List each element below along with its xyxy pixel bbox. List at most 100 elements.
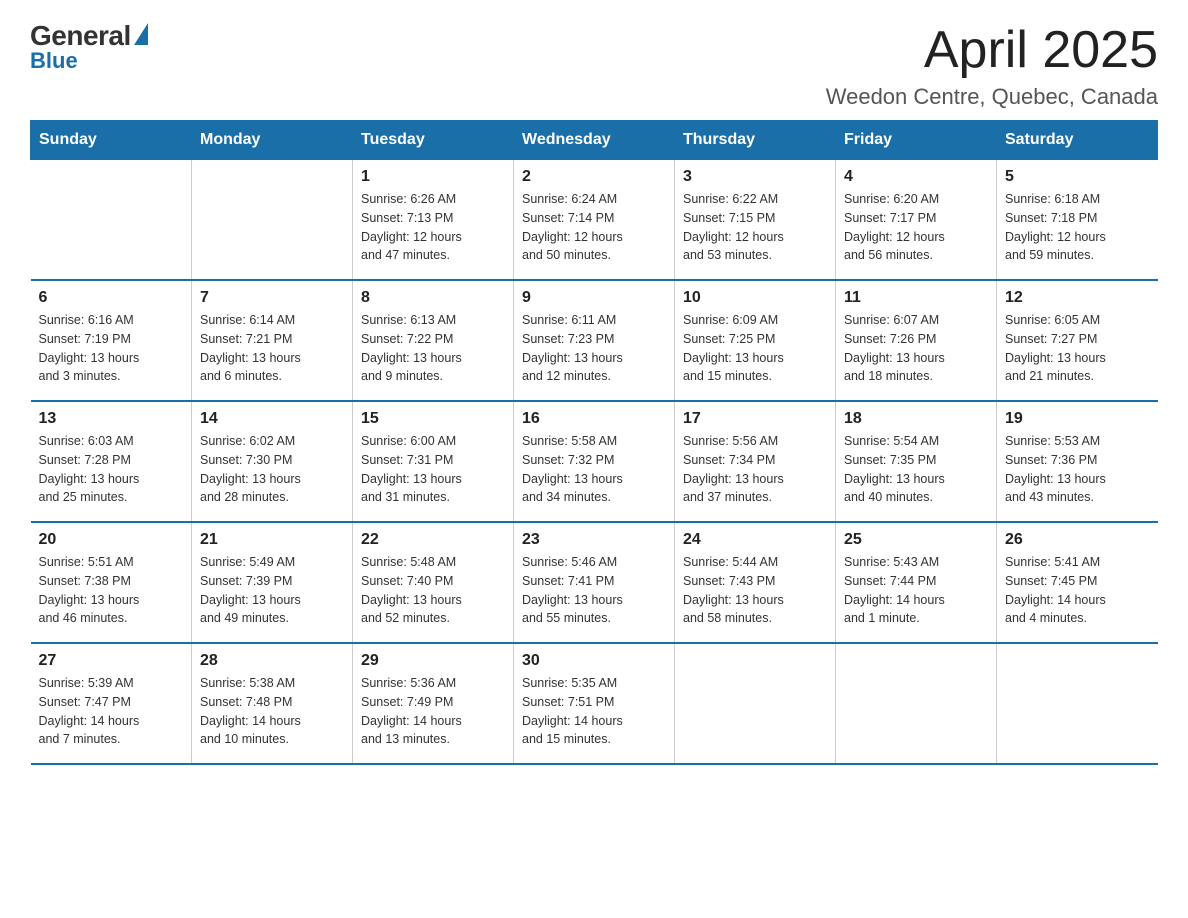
calendar-cell: 17 Sunrise: 5:56 AMSunset: 7:34 PMDayligh…: [675, 401, 836, 522]
calendar-cell: 14 Sunrise: 6:02 AMSunset: 7:30 PMDayligh…: [192, 401, 353, 522]
weekday-header-monday: Monday: [192, 121, 353, 160]
calendar-subtitle: Weedon Centre, Quebec, Canada: [826, 84, 1158, 110]
day-number: 1: [361, 168, 505, 186]
calendar-cell: 6Sunrise: 6:16 AMSunset: 7:19 PMDaylight…: [31, 280, 192, 401]
day-number: 4: [844, 168, 988, 186]
page-header: General Blue April 2025 Weedon Centre, Q…: [30, 20, 1158, 110]
day-info: Sunrise: 6:20 AMSunset: 7:17 PMDaylight:…: [844, 190, 988, 265]
day-info: Sunrise: 6:03 AMSunset: 7:28 PMDaylight:…: [39, 432, 184, 507]
day-number: 12: [1005, 289, 1150, 307]
day-info: Sunrise: 5:58 AMSunset: 7:32 PMDaylight:…: [522, 432, 666, 507]
day-number: 17: [683, 410, 827, 428]
calendar-cell: 3 Sunrise: 6:22 AMSunset: 7:15 PMDaylight…: [675, 160, 836, 281]
week-row-2: 6Sunrise: 6:16 AMSunset: 7:19 PMDaylight…: [31, 280, 1158, 401]
calendar-cell: 4 Sunrise: 6:20 AMSunset: 7:17 PMDaylight…: [836, 160, 997, 281]
day-info: Sunrise: 6:26 AMSunset: 7:13 PMDaylight:…: [361, 190, 505, 265]
day-number: 30: [522, 652, 666, 670]
day-info: Sunrise: 5:51 AMSunset: 7:38 PMDaylight:…: [39, 553, 184, 628]
day-info: Sunrise: 5:36 AMSunset: 7:49 PMDaylight:…: [361, 674, 505, 749]
calendar-cell: 28 Sunrise: 5:38 AMSunset: 7:48 PMDayligh…: [192, 643, 353, 764]
day-info: Sunrise: 5:46 AMSunset: 7:41 PMDaylight:…: [522, 553, 666, 628]
day-info: Sunrise: 6:24 AMSunset: 7:14 PMDaylight:…: [522, 190, 666, 265]
calendar-cell: [31, 160, 192, 281]
day-info: Sunrise: 6:00 AMSunset: 7:31 PMDaylight:…: [361, 432, 505, 507]
day-number: 28: [200, 652, 344, 670]
day-number: 8: [361, 289, 505, 307]
day-info: Sunrise: 6:16 AMSunset: 7:19 PMDaylight:…: [39, 311, 184, 386]
calendar-cell: 13Sunrise: 6:03 AMSunset: 7:28 PMDayligh…: [31, 401, 192, 522]
day-number: 25: [844, 531, 988, 549]
day-number: 22: [361, 531, 505, 549]
day-info: Sunrise: 5:48 AMSunset: 7:40 PMDaylight:…: [361, 553, 505, 628]
day-info: Sunrise: 6:09 AMSunset: 7:25 PMDaylight:…: [683, 311, 827, 386]
calendar-cell: 25 Sunrise: 5:43 AMSunset: 7:44 PMDayligh…: [836, 522, 997, 643]
calendar-cell: 21Sunrise: 5:49 AMSunset: 7:39 PMDayligh…: [192, 522, 353, 643]
day-info: Sunrise: 6:22 AMSunset: 7:15 PMDaylight:…: [683, 190, 827, 265]
calendar-cell: [997, 643, 1158, 764]
logo: General Blue: [30, 20, 148, 74]
day-info: Sunrise: 5:35 AMSunset: 7:51 PMDaylight:…: [522, 674, 666, 749]
weekday-header-friday: Friday: [836, 121, 997, 160]
calendar-cell: 8 Sunrise: 6:13 AMSunset: 7:22 PMDaylight…: [353, 280, 514, 401]
week-row-4: 20 Sunrise: 5:51 AMSunset: 7:38 PMDayligh…: [31, 522, 1158, 643]
week-row-5: 27 Sunrise: 5:39 AMSunset: 7:47 PMDayligh…: [31, 643, 1158, 764]
calendar-cell: 1 Sunrise: 6:26 AMSunset: 7:13 PMDaylight…: [353, 160, 514, 281]
calendar-cell: 26 Sunrise: 5:41 AMSunset: 7:45 PMDayligh…: [997, 522, 1158, 643]
day-number: 23: [522, 531, 666, 549]
calendar-cell: 12 Sunrise: 6:05 AMSunset: 7:27 PMDayligh…: [997, 280, 1158, 401]
day-info: Sunrise: 5:39 AMSunset: 7:47 PMDaylight:…: [39, 674, 184, 749]
logo-blue-text: Blue: [30, 48, 78, 74]
day-number: 2: [522, 168, 666, 186]
calendar-cell: [192, 160, 353, 281]
calendar-cell: 16 Sunrise: 5:58 AMSunset: 7:32 PMDayligh…: [514, 401, 675, 522]
calendar-cell: 29Sunrise: 5:36 AMSunset: 7:49 PMDayligh…: [353, 643, 514, 764]
day-number: 3: [683, 168, 827, 186]
day-info: Sunrise: 6:14 AMSunset: 7:21 PMDaylight:…: [200, 311, 344, 386]
day-info: Sunrise: 6:02 AMSunset: 7:30 PMDaylight:…: [200, 432, 344, 507]
weekday-header-saturday: Saturday: [997, 121, 1158, 160]
day-info: Sunrise: 5:56 AMSunset: 7:34 PMDaylight:…: [683, 432, 827, 507]
day-info: Sunrise: 6:18 AMSunset: 7:18 PMDaylight:…: [1005, 190, 1150, 265]
day-info: Sunrise: 5:38 AMSunset: 7:48 PMDaylight:…: [200, 674, 344, 749]
calendar-table: SundayMondayTuesdayWednesdayThursdayFrid…: [30, 120, 1158, 765]
day-info: Sunrise: 5:54 AMSunset: 7:35 PMDaylight:…: [844, 432, 988, 507]
day-number: 9: [522, 289, 666, 307]
weekday-header-wednesday: Wednesday: [514, 121, 675, 160]
day-info: Sunrise: 5:41 AMSunset: 7:45 PMDaylight:…: [1005, 553, 1150, 628]
calendar-cell: 24 Sunrise: 5:44 AMSunset: 7:43 PMDayligh…: [675, 522, 836, 643]
day-number: 16: [522, 410, 666, 428]
week-row-1: 1 Sunrise: 6:26 AMSunset: 7:13 PMDaylight…: [31, 160, 1158, 281]
calendar-cell: 7 Sunrise: 6:14 AMSunset: 7:21 PMDaylight…: [192, 280, 353, 401]
calendar-cell: 18 Sunrise: 5:54 AMSunset: 7:35 PMDayligh…: [836, 401, 997, 522]
title-block: April 2025 Weedon Centre, Quebec, Canada: [826, 20, 1158, 110]
day-info: Sunrise: 6:07 AMSunset: 7:26 PMDaylight:…: [844, 311, 988, 386]
calendar-cell: 23 Sunrise: 5:46 AMSunset: 7:41 PMDayligh…: [514, 522, 675, 643]
day-number: 26: [1005, 531, 1150, 549]
calendar-cell: 11 Sunrise: 6:07 AMSunset: 7:26 PMDayligh…: [836, 280, 997, 401]
calendar-title: April 2025: [826, 20, 1158, 80]
calendar-cell: 2 Sunrise: 6:24 AMSunset: 7:14 PMDaylight…: [514, 160, 675, 281]
day-info: Sunrise: 5:43 AMSunset: 7:44 PMDaylight:…: [844, 553, 988, 628]
day-number: 7: [200, 289, 344, 307]
calendar-cell: 19Sunrise: 5:53 AMSunset: 7:36 PMDayligh…: [997, 401, 1158, 522]
logo-triangle-icon: [134, 23, 148, 45]
day-number: 24: [683, 531, 827, 549]
calendar-cell: 20 Sunrise: 5:51 AMSunset: 7:38 PMDayligh…: [31, 522, 192, 643]
day-number: 15: [361, 410, 505, 428]
day-info: Sunrise: 6:05 AMSunset: 7:27 PMDaylight:…: [1005, 311, 1150, 386]
weekday-header-tuesday: Tuesday: [353, 121, 514, 160]
calendar-cell: 15 Sunrise: 6:00 AMSunset: 7:31 PMDayligh…: [353, 401, 514, 522]
day-number: 11: [844, 289, 988, 307]
calendar-cell: 10Sunrise: 6:09 AMSunset: 7:25 PMDayligh…: [675, 280, 836, 401]
day-number: 18: [844, 410, 988, 428]
day-number: 14: [200, 410, 344, 428]
weekday-header-thursday: Thursday: [675, 121, 836, 160]
day-number: 20: [39, 531, 184, 549]
day-number: 27: [39, 652, 184, 670]
day-info: Sunrise: 5:44 AMSunset: 7:43 PMDaylight:…: [683, 553, 827, 628]
day-info: Sunrise: 5:49 AMSunset: 7:39 PMDaylight:…: [200, 553, 344, 628]
weekday-header-sunday: Sunday: [31, 121, 192, 160]
day-info: Sunrise: 6:13 AMSunset: 7:22 PMDaylight:…: [361, 311, 505, 386]
day-number: 19: [1005, 410, 1150, 428]
day-info: Sunrise: 6:11 AMSunset: 7:23 PMDaylight:…: [522, 311, 666, 386]
